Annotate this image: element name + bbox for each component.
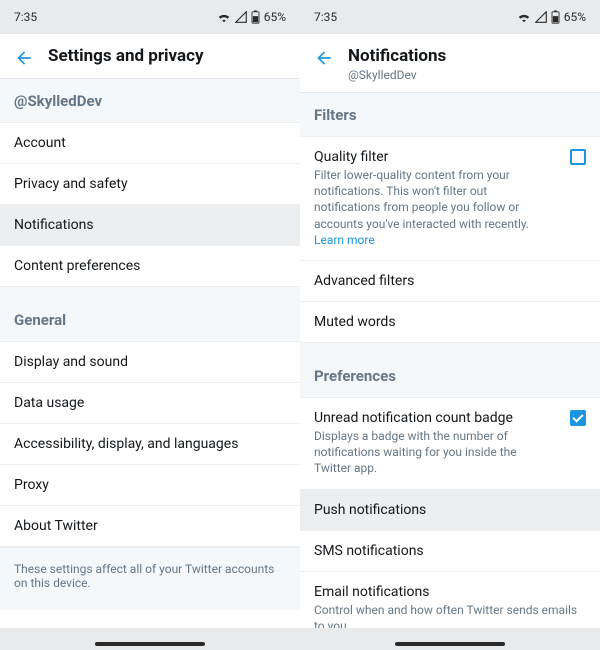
sms-notifications-row[interactable]: SMS notifications bbox=[300, 531, 600, 572]
status-time: 7:35 bbox=[314, 10, 337, 24]
general-item-accessibility-display-and-languages[interactable]: Accessibility, display, and languages bbox=[0, 424, 300, 465]
filters-header: Filters bbox=[300, 93, 600, 137]
general-item-label: Accessibility, display, and languages bbox=[14, 436, 286, 452]
back-button[interactable] bbox=[14, 46, 42, 68]
settings-item-notifications[interactable]: Notifications bbox=[0, 205, 300, 246]
general-section-header: General bbox=[0, 287, 300, 342]
battery-icon bbox=[251, 10, 260, 24]
general-item-label: Data usage bbox=[14, 395, 286, 411]
settings-item-label: Account bbox=[14, 135, 286, 151]
settings-item-label: Content preferences bbox=[14, 258, 286, 274]
settings-item-label: Notifications bbox=[14, 217, 286, 233]
advanced-filters-label: Advanced filters bbox=[314, 273, 586, 289]
wifi-icon bbox=[517, 11, 531, 23]
status-time: 7:35 bbox=[14, 10, 37, 24]
settings-item-label: Privacy and safety bbox=[14, 176, 286, 192]
general-item-proxy[interactable]: Proxy bbox=[0, 465, 300, 506]
email-label: Email notifications bbox=[314, 584, 586, 600]
app-bar: Settings and privacy bbox=[0, 34, 300, 79]
badge-checkbox[interactable] bbox=[570, 410, 586, 426]
quality-filter-label: Quality filter bbox=[314, 149, 556, 165]
general-item-label: Display and sound bbox=[14, 354, 286, 370]
back-arrow-icon bbox=[14, 48, 34, 68]
nav-indicator bbox=[95, 642, 205, 646]
settings-item-privacy-and-safety[interactable]: Privacy and safety bbox=[0, 164, 300, 205]
status-right: 65% bbox=[517, 10, 586, 24]
settings-screen: 7:35 65% Settings and privacy @SkylledDe… bbox=[0, 0, 300, 650]
push-label: Push notifications bbox=[314, 502, 586, 518]
app-bar: Notifications @SkylledDev bbox=[300, 34, 600, 93]
status-bar: 7:35 65% bbox=[300, 0, 600, 34]
notifications-content: Filters Quality filter Filter lower-qual… bbox=[300, 93, 600, 650]
muted-words-label: Muted words bbox=[314, 314, 586, 330]
learn-more-link[interactable]: Learn more bbox=[314, 233, 375, 247]
notifications-screen: 7:35 65% Notifications @SkylledDev Filte… bbox=[300, 0, 600, 650]
settings-item-account[interactable]: Account bbox=[0, 123, 300, 164]
page-title: Notifications bbox=[348, 46, 446, 66]
battery-percent: 65% bbox=[264, 10, 286, 24]
page-subtitle: @SkylledDev bbox=[348, 68, 446, 82]
wifi-icon bbox=[217, 11, 231, 23]
general-item-data-usage[interactable]: Data usage bbox=[0, 383, 300, 424]
quality-filter-checkbox[interactable] bbox=[570, 149, 586, 165]
status-bar: 7:35 65% bbox=[0, 0, 300, 34]
status-right: 65% bbox=[217, 10, 286, 24]
user-section-header: @SkylledDev bbox=[0, 79, 300, 123]
settings-item-content-preferences[interactable]: Content preferences bbox=[0, 246, 300, 287]
badge-row[interactable]: Unread notification count badge Displays… bbox=[300, 398, 600, 490]
signal-icon bbox=[235, 11, 247, 23]
general-item-label: Proxy bbox=[14, 477, 286, 493]
quality-filter-row[interactable]: Quality filter Filter lower-quality cont… bbox=[300, 137, 600, 261]
signal-icon bbox=[535, 11, 547, 23]
general-item-label: About Twitter bbox=[14, 518, 286, 534]
settings-content: @SkylledDev Account Privacy and safety Not… bbox=[0, 79, 300, 650]
bottom-gutter bbox=[0, 628, 300, 650]
advanced-filters-row[interactable]: Advanced filters bbox=[300, 261, 600, 302]
back-button[interactable] bbox=[314, 46, 342, 68]
battery-icon bbox=[551, 10, 560, 24]
sms-label: SMS notifications bbox=[314, 543, 586, 559]
muted-words-row[interactable]: Muted words bbox=[300, 302, 600, 343]
badge-desc: Displays a badge with the number of noti… bbox=[314, 428, 556, 477]
quality-filter-desc: Filter lower-quality content from your n… bbox=[314, 167, 556, 248]
back-arrow-icon bbox=[314, 48, 334, 68]
battery-percent: 65% bbox=[564, 10, 586, 24]
footnote: These settings affect all of your Twitte… bbox=[0, 547, 300, 610]
bottom-gutter bbox=[300, 628, 600, 650]
badge-label: Unread notification count badge bbox=[314, 410, 556, 426]
push-notifications-row[interactable]: Push notifications bbox=[300, 490, 600, 531]
page-title: Settings and privacy bbox=[48, 46, 204, 66]
preferences-header: Preferences bbox=[300, 343, 600, 398]
general-item-about-twitter[interactable]: About Twitter bbox=[0, 506, 300, 547]
general-item-display-and-sound[interactable]: Display and sound bbox=[0, 342, 300, 383]
nav-indicator bbox=[395, 642, 505, 646]
